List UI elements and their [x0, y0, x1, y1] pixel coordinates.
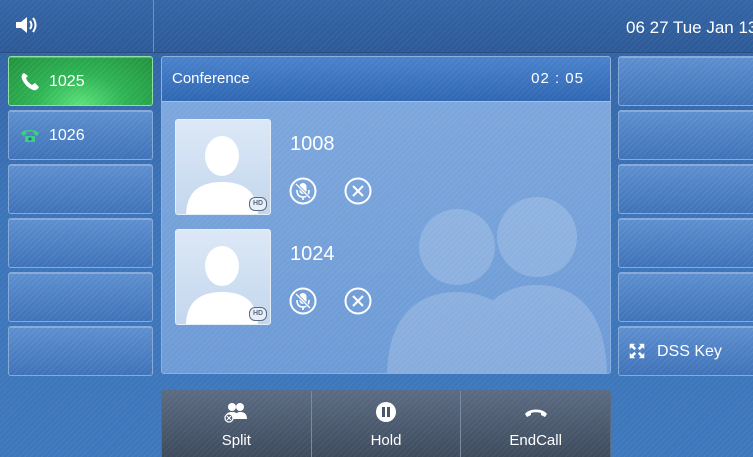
dss-key-label: DSS Key	[657, 343, 722, 360]
pause-icon	[376, 402, 396, 422]
call-timer: 02 : 05	[531, 70, 584, 87]
line-key-empty[interactable]	[618, 110, 753, 160]
expand-icon	[629, 343, 645, 359]
participant-number: 1024	[290, 243, 335, 265]
handset-idle-icon	[21, 130, 39, 142]
remove-participant-button[interactable]	[344, 177, 372, 205]
line-key-1026[interactable]: 1026	[8, 110, 153, 160]
end-call-label: EndCall	[509, 432, 562, 449]
hold-button[interactable]: Hold	[311, 391, 462, 457]
split-button[interactable]: Split	[162, 391, 312, 457]
right-line-keys: DSS Key	[618, 56, 753, 380]
status-bar: 06 27 Tue Jan 13	[0, 0, 753, 53]
split-icon	[224, 403, 248, 423]
end-call-button[interactable]: EndCall	[461, 391, 611, 457]
left-line-keys: 1025 1026	[8, 56, 153, 380]
line-key-label: 1025	[49, 73, 85, 90]
line-key-empty[interactable]	[8, 164, 153, 214]
mute-participant-button[interactable]	[289, 177, 317, 205]
handset-active-icon	[21, 73, 39, 91]
date-time: 06 27 Tue Jan 13	[626, 18, 753, 37]
volume-button[interactable]	[0, 0, 154, 52]
hd-badge: HD	[249, 307, 267, 321]
conference-header: Conference 02 : 05	[162, 57, 610, 102]
softkey-bar: Split Hold EndCall	[161, 390, 611, 457]
participant-number: 1008	[290, 133, 335, 155]
line-key-empty[interactable]	[618, 218, 753, 268]
line-key-empty[interactable]	[8, 272, 153, 322]
background-silhouette-icon	[387, 197, 607, 373]
line-key-label: 1026	[49, 127, 85, 144]
avatar: HD	[175, 229, 271, 325]
conference-title: Conference	[172, 70, 250, 87]
avatar: HD	[175, 119, 271, 215]
mute-participant-button[interactable]	[289, 287, 317, 315]
split-label: Split	[221, 432, 251, 449]
hang-up-icon	[524, 409, 547, 417]
conference-panel: Conference 02 : 05 HD 1008 HD 1024	[161, 56, 611, 374]
line-key-empty[interactable]	[8, 326, 153, 376]
line-key-empty[interactable]	[618, 164, 753, 214]
dss-key-button[interactable]: DSS Key	[618, 326, 753, 376]
speaker-icon	[16, 17, 37, 33]
line-key-empty[interactable]	[618, 272, 753, 322]
line-key-empty[interactable]	[8, 218, 153, 268]
hd-badge: HD	[249, 197, 267, 211]
line-key-1025[interactable]: 1025	[8, 56, 153, 106]
remove-participant-button[interactable]	[344, 287, 372, 315]
line-key-empty[interactable]	[618, 56, 753, 106]
hold-label: Hold	[370, 432, 402, 449]
